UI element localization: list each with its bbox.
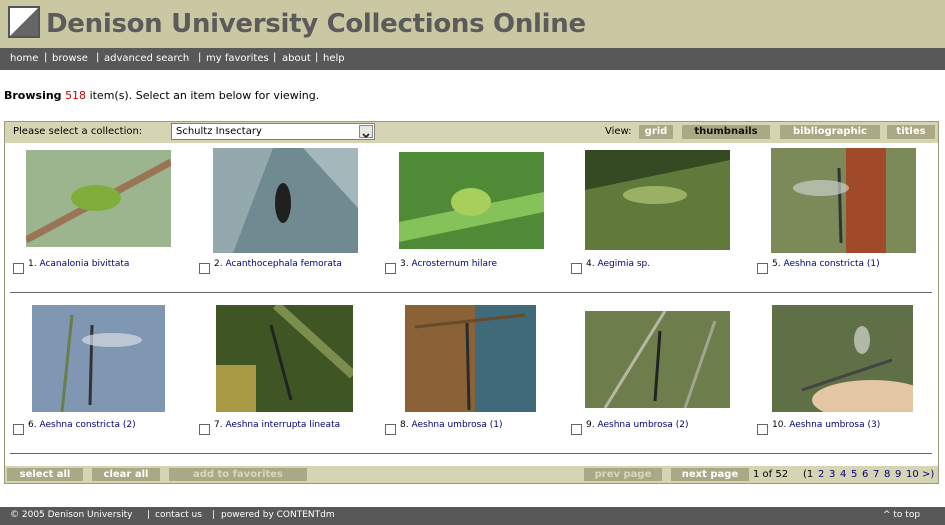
item-caption[interactable]: 3. Acrosternum hilare [400,259,497,269]
item-thumbnail[interactable] [399,152,544,249]
item-thumbnail[interactable] [26,150,171,247]
item-checkbox[interactable] [757,424,768,435]
nav-about[interactable]: about [282,53,311,64]
page-paren-open: (1 [803,469,814,480]
row-divider [10,453,932,454]
nav-home[interactable]: home [10,53,38,64]
footer: © 2005 Denison University | contact us |… [0,507,945,525]
page-link[interactable]: 8 [884,469,890,480]
next-page-button[interactable]: next page [671,468,749,481]
item-thumbnail[interactable] [771,148,916,253]
item-checkbox[interactable] [13,424,24,435]
nav-separator: | [44,52,48,63]
page-link[interactable]: 5 [851,469,857,480]
view-grid-button[interactable]: grid [639,125,673,139]
site-title: Denison University Collections Online [46,9,586,39]
select-all-button[interactable]: select all [7,468,83,481]
page-link[interactable]: 10 [906,469,919,480]
page-link[interactable]: 3 [829,469,835,480]
item-caption[interactable]: 9. Aeshna umbrosa (2) [586,420,688,430]
nav-separator: | [315,52,319,63]
item-thumbnail[interactable] [772,305,913,412]
item-thumbnail[interactable] [585,150,730,250]
results-panel: Please select a collection: Schultz Inse… [4,121,939,484]
item-thumbnail[interactable] [32,305,165,412]
item-checkbox[interactable] [13,263,24,274]
view-bibliographic-button[interactable]: bibliographic [780,125,880,139]
clear-all-button[interactable]: clear all [92,468,160,481]
main-nav: home | browse | advanced search | my fav… [0,48,945,70]
item-thumbnail[interactable] [405,305,536,412]
item-checkbox[interactable] [199,263,210,274]
page-link[interactable]: 7 [873,469,879,480]
item-checkbox[interactable] [571,263,582,274]
footer-separator: | [212,510,216,520]
action-bar: select all clear all add to favorites pr… [5,466,938,483]
nav-my-favorites[interactable]: my favorites [206,53,269,64]
item-caption[interactable]: 8. Aeshna umbrosa (1) [400,420,502,430]
footer-contact-link[interactable]: contact us [155,510,202,520]
page-indicator: 1 of 52 [753,469,789,480]
logo-icon [8,6,40,38]
nav-separator: | [198,52,202,63]
page-link[interactable]: 4 [840,469,846,480]
view-label: View: [605,126,632,137]
footer-copyright: © 2005 Denison University [10,510,133,520]
collection-selected: Schultz Insectary [176,126,262,137]
collection-bar: Please select a collection: Schultz Inse… [5,122,938,143]
item-checkbox[interactable] [385,263,396,274]
item-caption[interactable]: 6. Aeshna constricta (2) [28,420,136,430]
nav-advanced-search[interactable]: advanced search [104,53,189,64]
to-top-link[interactable]: ^ to top [883,510,920,520]
footer-powered-link[interactable]: powered by CONTENTdm [221,510,335,520]
next-pages-link[interactable]: >) [922,469,934,480]
item-caption[interactable]: 5. Aeshna constricta (1) [772,259,880,269]
nav-separator: | [273,52,277,63]
chevron-down-icon[interactable] [359,125,373,139]
item-checkbox[interactable] [199,424,210,435]
add-to-favorites-button[interactable]: add to favorites [169,468,307,481]
row-divider [10,292,932,293]
item-thumbnail[interactable] [216,305,353,412]
item-caption[interactable]: 10. Aeshna umbrosa (3) [772,420,880,430]
item-caption[interactable]: 2. Acanthocephala femorata [214,259,342,269]
view-thumbnails-button[interactable]: thumbnails [682,125,770,139]
item-thumbnail[interactable] [213,148,358,253]
page-link[interactable]: 2 [818,469,824,480]
browse-label: Browsing [4,89,62,102]
banner: Denison University Collections Online [0,0,945,48]
collection-label: Please select a collection: [13,126,143,137]
nav-separator: | [96,52,100,63]
item-checkbox[interactable] [571,424,582,435]
item-caption[interactable]: 7. Aeshna interrupta lineata [214,420,340,430]
item-count: 518 [65,89,87,102]
view-titles-button[interactable]: titles [887,125,935,139]
nav-help[interactable]: help [323,53,345,64]
page-link[interactable]: 6 [862,469,868,480]
browse-summary: Browsing 518 item(s). Select an item bel… [4,89,319,102]
prev-page-button[interactable]: prev page [584,468,662,481]
collection-select[interactable]: Schultz Insectary [171,123,375,140]
item-checkbox[interactable] [385,424,396,435]
item-caption[interactable]: 4. Aegimia sp. [586,259,650,269]
footer-separator: | [147,510,151,520]
item-caption[interactable]: 1. Acanalonia bivittata [28,259,129,269]
nav-browse[interactable]: browse [52,53,88,64]
item-thumbnail[interactable] [585,311,730,408]
browse-instructions: item(s). Select an item below for viewin… [89,89,320,102]
page-link[interactable]: 9 [895,469,901,480]
item-checkbox[interactable] [757,263,768,274]
